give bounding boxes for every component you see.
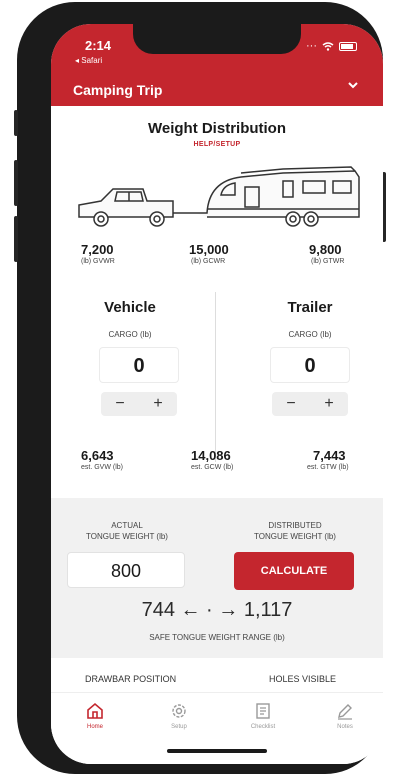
gvwr-value: 7,200 <box>81 242 114 257</box>
volume-down-button <box>14 216 18 262</box>
trailer-cargo-plus-button[interactable]: + <box>324 395 333 413</box>
checklist-icon <box>256 703 270 719</box>
trailer-cargo-input[interactable]: 0 <box>270 347 350 383</box>
tab-home[interactable]: Home <box>69 701 121 730</box>
calculate-button[interactable]: CALCULATE <box>234 552 354 590</box>
gvwr-label: (lb) GVWR <box>81 258 115 265</box>
vehicle-cargo-plus-button[interactable]: + <box>153 395 162 413</box>
trailer-title: Trailer <box>287 299 333 316</box>
back-to-safari-link[interactable]: ◂ Safari <box>75 56 102 65</box>
gcwr-value: 15,000 <box>189 242 229 257</box>
volume-up-button <box>14 160 18 206</box>
est-gtw-label: est. GTW (lb) <box>307 464 349 471</box>
vehicle-cargo-minus-button[interactable]: − <box>115 395 124 413</box>
distributed-tongue-label-line1: DISTRIBUTED <box>268 521 322 530</box>
est-gtw-value: 7,443 <box>313 448 346 463</box>
pencil-icon <box>338 704 352 720</box>
distributed-tongue-label: DISTRIBUTED TONGUE WEIGHT (lb) <box>225 520 365 542</box>
tab-notes-label: Notes <box>337 724 353 730</box>
actual-tongue-label: ACTUAL TONGUE WEIGHT (lb) <box>57 520 197 542</box>
vehicle-title: Vehicle <box>104 299 156 316</box>
mute-switch <box>14 110 18 136</box>
actual-tongue-label-line1: ACTUAL <box>111 521 143 530</box>
battery-icon <box>339 41 357 51</box>
status-icons: ··· <box>306 40 357 52</box>
app-screen: 2:14 ◂ Safari ··· Camping Trip Weight Di… <box>51 24 383 764</box>
tab-notes[interactable]: Notes <box>319 701 371 730</box>
chevron-down-icon[interactable] <box>347 80 359 90</box>
drawbar-position-label: DRAWBAR POSITION <box>85 674 177 684</box>
gear-icon <box>172 704 186 718</box>
status-time: 2:14 <box>85 38 112 53</box>
home-indicator <box>167 749 267 753</box>
tongue-weight-range-label: SAFE TONGUE WEIGHT RANGE (lb) <box>149 633 285 642</box>
truck-trailer-illustration <box>78 166 360 227</box>
est-gvw-value: 6,643 <box>81 448 114 463</box>
vehicle-cargo-label: CARGO (lb) <box>108 330 152 339</box>
est-gvw-label: est. GVW (lb) <box>81 464 124 471</box>
page-title: Weight Distribution <box>147 120 287 137</box>
trailer-icon <box>195 166 360 227</box>
trailer-cargo-label: CARGO (lb) <box>288 330 332 339</box>
holes-visible-label: HOLES VISIBLE <box>269 674 337 684</box>
tab-setup[interactable]: Setup <box>153 701 205 730</box>
gtwr-label: (lb) GTWR <box>311 258 345 265</box>
tab-home-label: Home <box>86 724 103 730</box>
device-notch <box>133 24 301 54</box>
actual-tongue-label-line2: TONGUE WEIGHT (lb) <box>86 532 168 541</box>
vehicle-cargo-input[interactable]: 0 <box>99 347 179 383</box>
tab-checklist[interactable]: Checklist <box>237 701 289 730</box>
truck-icon <box>78 188 195 227</box>
help-setup-link[interactable]: HELP/SETUP <box>51 141 383 148</box>
est-gcw-label: est. GCW (lb) <box>191 464 234 471</box>
actual-tongue-weight-input[interactable]: 800 <box>67 552 185 588</box>
trip-title[interactable]: Camping Trip <box>73 82 162 98</box>
distributed-tongue-label-line2: TONGUE WEIGHT (lb) <box>254 532 336 541</box>
est-gcw-value: 14,086 <box>191 448 231 463</box>
phone-frame: 2:14 ◂ Safari ··· Camping Trip Weight Di… <box>14 2 386 774</box>
tongue-weight-range: 744 ← · → 1,117 <box>141 599 293 621</box>
tab-bar: Home Setup Checklist Notes <box>51 692 383 764</box>
gtwr-value: 9,800 <box>309 242 342 257</box>
wifi-icon <box>322 41 334 51</box>
trailer-cargo-stepper: − + <box>272 392 348 416</box>
tab-checklist-label: Checklist <box>250 724 276 730</box>
trailer-cargo-minus-button[interactable]: − <box>286 395 295 413</box>
gcwr-label: (lb) GCWR <box>191 258 226 265</box>
signal-icon: ··· <box>306 40 317 52</box>
vehicle-cargo-stepper: − + <box>101 392 177 416</box>
tab-setup-label: Setup <box>171 724 187 730</box>
column-divider <box>215 292 216 462</box>
home-icon <box>87 702 103 719</box>
